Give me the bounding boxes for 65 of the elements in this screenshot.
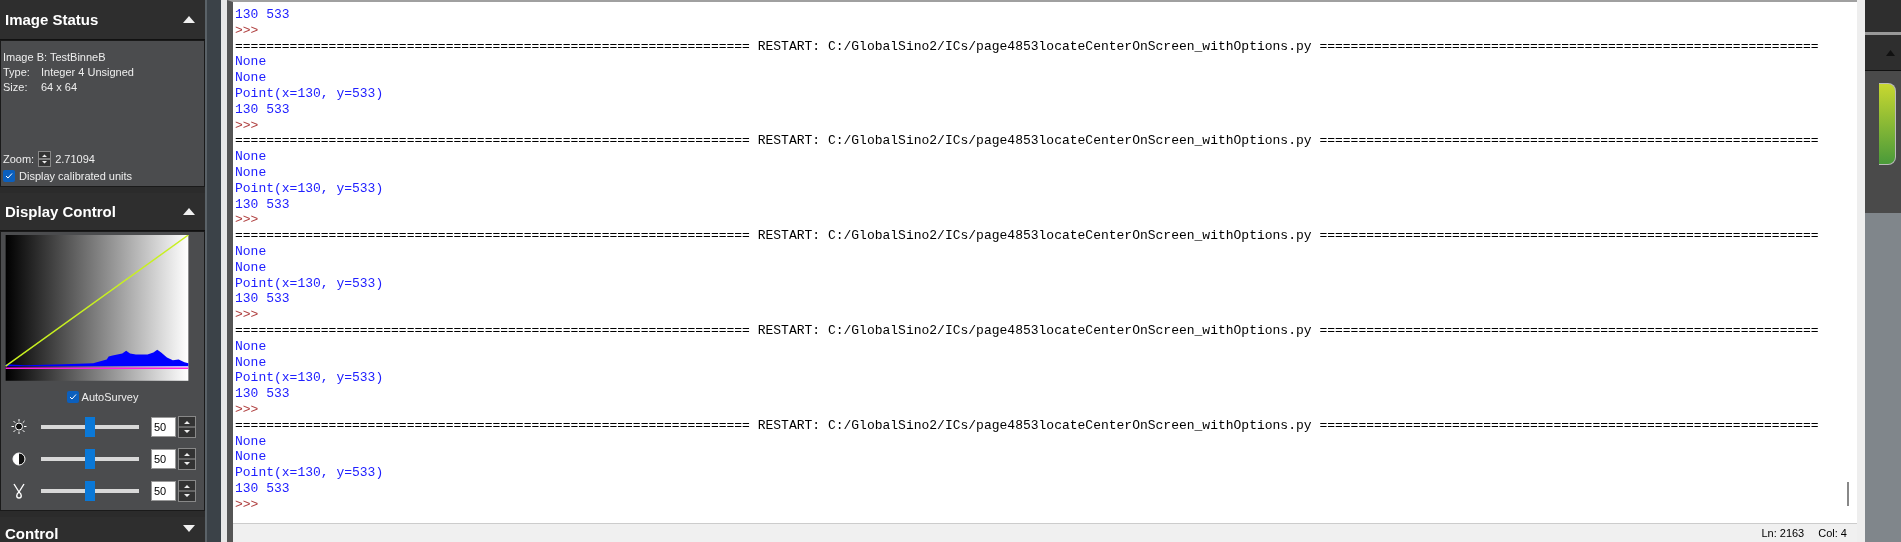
- gamma-icon: [11, 482, 27, 499]
- panel-title: Control: [5, 525, 59, 542]
- console-output: Point(x=130, y=533): [235, 275, 384, 292]
- checkbox[interactable]: [66, 390, 79, 403]
- checkbox-label: AutoSurvey: [81, 390, 139, 403]
- console-prompt: >>>: [235, 307, 259, 323]
- console-output: 130 533: [235, 196, 290, 213]
- value-field[interactable]: 50: [151, 448, 176, 469]
- restart-line: ================================================================== RESTART: C:/GlobalSino2/ICs/page4853locateCenterOnScreen_withOptions.py ================================================================: [235, 228, 1819, 244]
- panel-title: Image Status: [5, 11, 99, 28]
- console-output: Point(x=130, y=533): [235, 180, 384, 197]
- slider-thumb[interactable]: [85, 480, 95, 501]
- console-prompt: >>>: [235, 212, 259, 229]
- console-output: None: [235, 449, 267, 466]
- value-field[interactable]: 50: [151, 480, 176, 501]
- console-prompt: >>>: [235, 117, 259, 134]
- info-value: Integer 4 Unsigned: [41, 66, 134, 78]
- console-output: None: [235, 149, 267, 165]
- console-output: None: [235, 54, 267, 71]
- line-number: Ln: 2163: [1761, 527, 1805, 539]
- checkbox-label: Display calibrated units: [19, 170, 133, 182]
- sun-icon: [11, 419, 27, 435]
- spinner[interactable]: [178, 447, 196, 470]
- console-output: Point(x=130, y=533): [235, 370, 384, 387]
- console-output: 130 533: [235, 101, 290, 118]
- console-output: None: [235, 259, 267, 276]
- collapse-arrow-icon[interactable]: [183, 16, 195, 23]
- console-output: None: [235, 338, 267, 355]
- console-output: 130 533: [235, 291, 290, 308]
- zoom-spinner[interactable]: [38, 151, 52, 167]
- column-number: Col: 4: [1818, 527, 1847, 539]
- console-output: 130 533: [235, 7, 290, 23]
- slider-thumb[interactable]: [85, 416, 95, 437]
- restart-line: ================================================================== RESTART: C:/GlobalSino2/ICs/page4853locateCenterOnScreen_withOptions.py ================================================================: [235, 417, 1819, 434]
- console-output: 130 533: [235, 386, 290, 402]
- console-prompt: >>>: [235, 401, 259, 418]
- zoom-label: Zoom:: [3, 153, 35, 165]
- collapse-arrow-icon[interactable]: [183, 208, 195, 215]
- console-output: None: [235, 354, 267, 371]
- contrast-icon: [11, 451, 27, 466]
- console-output: 130 533: [235, 480, 290, 497]
- console-output: None: [235, 164, 267, 181]
- console-output: None: [235, 70, 267, 86]
- console-output: Point(x=130, y=533): [235, 86, 384, 102]
- spinner[interactable]: [178, 415, 196, 438]
- restart-line: ================================================================== RESTART: C:/GlobalSino2/ICs/page4853locateCenterOnScreen_withOptions.py ================================================================: [235, 38, 1819, 55]
- restart-line: ================================================================== RESTART: C:/GlobalSino2/ICs/page4853locateCenterOnScreen_withOptions.py ================================================================: [235, 322, 1819, 339]
- console-output: None: [235, 243, 267, 260]
- image-name: Image B: TestBinneB: [3, 51, 107, 63]
- info-label: Size:: [3, 81, 29, 93]
- zoom-value: 2.71094: [55, 153, 95, 165]
- console-prompt: >>>: [235, 496, 259, 513]
- value-field[interactable]: 50: [151, 416, 176, 437]
- scrollbar-thumb[interactable]: [1847, 482, 1849, 506]
- console-output: Point(x=130, y=533): [235, 465, 384, 481]
- restart-line: ================================================================== RESTART: C:/GlobalSino2/ICs/page4853locateCenterOnScreen_withOptions.py ================================================================: [235, 133, 1819, 150]
- console-prompt: >>>: [235, 22, 259, 39]
- slider-thumb[interactable]: [85, 448, 95, 469]
- info-value: 64 x 64: [41, 81, 78, 93]
- info-label: Type:: [3, 66, 31, 78]
- checkbox[interactable]: [3, 170, 15, 182]
- expand-arrow-icon[interactable]: [183, 525, 195, 532]
- console-output: None: [235, 433, 267, 450]
- spinner[interactable]: [178, 479, 196, 502]
- panel-title: Display Control: [5, 203, 116, 220]
